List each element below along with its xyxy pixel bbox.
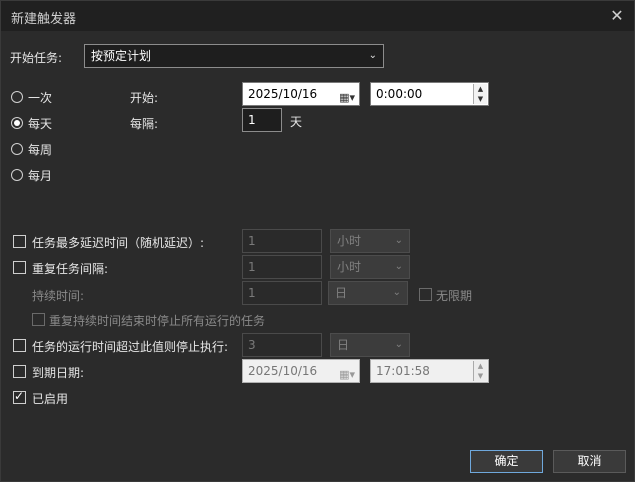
repeat-value: 1 (248, 260, 256, 274)
expire-time-value: 17:01:58 (376, 364, 430, 378)
enabled-label: 已启用 (32, 392, 69, 406)
infinite-label: 无限期 (436, 289, 473, 303)
spin-up-icon[interactable]: ▲ (474, 361, 487, 371)
cancel-button[interactable]: 取消 (553, 450, 626, 473)
duration-input[interactable]: 1 (242, 281, 322, 305)
stop-if-longer-unit: 日 (337, 338, 350, 352)
expire-date-picker[interactable]: 2025/10/16 ▦▾ (242, 359, 360, 383)
dialog-title: 新建触发器 (11, 12, 77, 27)
duration-unit: 日 (335, 286, 348, 300)
stop-if-longer-checkbox[interactable] (13, 339, 26, 352)
interval-unit: 天 (290, 115, 303, 129)
repeat-checkbox[interactable] (13, 261, 26, 274)
start-task-value: 按预定计划 (91, 49, 152, 63)
radio-monthly[interactable] (11, 169, 23, 181)
ok-button[interactable]: 确定 (470, 450, 543, 473)
spin-up-icon[interactable]: ▲ (474, 84, 487, 94)
radio-monthly-label: 每月 (28, 169, 53, 183)
stop-all-label: 重复持续时间结束时停止所有运行的任务 (49, 314, 266, 328)
spin-down-icon[interactable]: ▼ (474, 94, 487, 104)
stop-if-longer-input[interactable]: 3 (242, 333, 322, 357)
expire-time-field[interactable]: 17:01:58 ▲ ▼ (370, 359, 489, 383)
radio-daily-label: 每天 (28, 117, 53, 131)
duration-label: 持续时间: (32, 289, 85, 303)
interval-value: 1 (248, 113, 256, 127)
delay-checkbox[interactable] (13, 235, 26, 248)
spin-down-icon[interactable]: ▼ (474, 371, 487, 381)
start-date-picker[interactable]: 2025/10/16 ▦▾ (242, 82, 360, 106)
delay-label: 任务最多延迟时间（随机延迟）: (32, 236, 205, 250)
duration-unit-select[interactable]: 日 ⌄ (328, 281, 408, 305)
chevron-down-icon: ⌄ (392, 287, 401, 298)
expire-checkbox[interactable] (13, 365, 26, 378)
radio-daily[interactable] (11, 117, 23, 129)
title-bar: 新建触发器 ✕ (1, 1, 634, 31)
stop-all-checkbox[interactable] (32, 313, 45, 326)
enabled-checkbox[interactable] (13, 389, 26, 404)
duration-value: 1 (248, 286, 256, 300)
calendar-icon[interactable]: ▦▾ (339, 87, 355, 109)
start-task-select[interactable]: 按预定计划 ⌄ (84, 44, 384, 68)
stop-if-longer-value: 3 (248, 338, 256, 352)
chevron-down-icon: ⌄ (394, 261, 403, 272)
chevron-down-icon: ⌄ (368, 50, 377, 61)
start-task-label: 开始任务: (10, 51, 63, 65)
stop-if-longer-unit-select[interactable]: 日 ⌄ (330, 333, 410, 357)
delay-input[interactable]: 1 (242, 229, 322, 253)
close-icon[interactable]: ✕ (606, 5, 628, 27)
start-time-value: 0:00:00 (376, 87, 423, 101)
radio-weekly-label: 每周 (28, 143, 53, 157)
repeat-unit-select[interactable]: 小时 ⌄ (330, 255, 410, 279)
stop-if-longer-label: 任务的运行时间超过此值则停止执行: (32, 340, 229, 354)
new-trigger-dialog: 新建触发器 ✕ 开始任务: 按预定计划 ⌄ 一次 每天 每周 每月 开始: 20… (0, 0, 635, 482)
chevron-down-icon: ⌄ (394, 339, 403, 350)
infinite-checkbox[interactable] (419, 288, 432, 301)
interval-input[interactable]: 1 (242, 108, 282, 132)
repeat-unit: 小时 (337, 260, 362, 274)
delay-value: 1 (248, 234, 256, 248)
delay-unit: 小时 (337, 234, 362, 248)
repeat-input[interactable]: 1 (242, 255, 322, 279)
interval-label: 每隔: (130, 117, 159, 131)
repeat-label: 重复任务间隔: (32, 262, 109, 276)
expire-date-value: 2025/10/16 (248, 364, 318, 378)
radio-once-label: 一次 (28, 91, 53, 105)
radio-weekly[interactable] (11, 143, 23, 155)
delay-unit-select[interactable]: 小时 ⌄ (330, 229, 410, 253)
chevron-down-icon: ⌄ (394, 235, 403, 246)
calendar-icon[interactable]: ▦▾ (339, 364, 355, 386)
start-date-value: 2025/10/16 (248, 87, 318, 101)
start-time-field[interactable]: 0:00:00 ▲ ▼ (370, 82, 489, 106)
expire-label: 到期日期: (32, 366, 85, 380)
start-label: 开始: (130, 91, 159, 105)
time-spinner[interactable]: ▲ ▼ (473, 361, 487, 381)
time-spinner[interactable]: ▲ ▼ (473, 84, 487, 104)
radio-once[interactable] (11, 91, 23, 103)
